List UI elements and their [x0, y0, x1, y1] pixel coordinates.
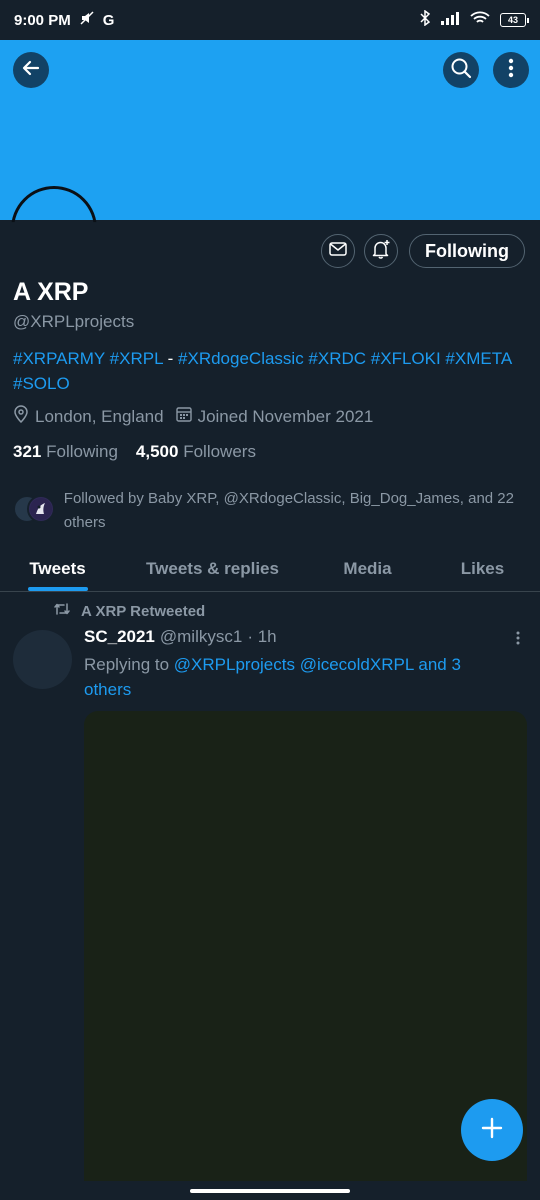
tab-tweets[interactable]: Tweets [0, 546, 115, 591]
calendar-icon [175, 406, 192, 427]
follower-avatars [13, 495, 60, 525]
tweet-author-name[interactable]: SC_2021 [84, 627, 155, 647]
wifi-icon [470, 11, 490, 29]
plus-icon [481, 1117, 503, 1144]
profile-name: A XRP [13, 278, 89, 306]
followers-count-link[interactable]: 4,500 Followers [136, 442, 256, 462]
profile-joined: Joined November 2021 [197, 406, 374, 426]
envelope-icon [329, 241, 347, 261]
tweet-header: SC_2021 @milkysc1 · 1h [84, 627, 277, 647]
tweet-author-handle[interactable]: @milkysc1 [160, 627, 242, 647]
more-vertical-icon [516, 631, 520, 650]
message-button[interactable] [321, 234, 355, 268]
status-time: 9:00 PM [14, 11, 71, 29]
home-indicator[interactable] [190, 1189, 350, 1193]
followed-by-row[interactable]: Followed by Baby XRP, @XRdogeClassic, Bi… [13, 487, 528, 535]
status-bar: 9:00 PM G 43 [0, 0, 540, 40]
profile-handle: @XRPLprojects [13, 312, 135, 331]
arrow-left-icon [21, 58, 41, 83]
following-label: Following [46, 442, 118, 461]
profile-bio: #XRPARMY #XRPL - #XRdogeClassic #XRDC #X… [13, 346, 513, 396]
battery-icon: 43 [500, 13, 529, 27]
search-icon [450, 57, 472, 84]
followers-count: 4,500 [135, 442, 179, 461]
profile-location: London, England [35, 406, 164, 426]
mute-icon [79, 10, 95, 30]
following-count: 321 [13, 442, 42, 461]
bluetooth-icon [420, 9, 431, 30]
followers-label: Followers [183, 442, 256, 461]
followed-by-text: Followed by Baby XRP, @XRdogeClassic, Bi… [63, 490, 514, 531]
signal-icon [440, 11, 460, 29]
search-button[interactable] [443, 52, 479, 88]
location-pin-icon [13, 405, 29, 428]
bio-hashtags-1[interactable]: #XRPARMY #XRPL [13, 349, 163, 368]
tab-likes[interactable]: Likes [425, 546, 540, 591]
profile-avatar[interactable] [11, 186, 97, 223]
replying-to-prefix: Replying to [84, 655, 174, 674]
retweet-indicator: A XRP Retweeted [53, 601, 205, 621]
retweet-icon [53, 601, 71, 621]
more-options-button[interactable] [493, 52, 529, 88]
retweet-label[interactable]: A XRP Retweeted [81, 603, 205, 620]
replying-to: Replying to @XRPLprojects @icecoldXRPL a… [84, 652, 504, 702]
tweet-author-avatar[interactable] [13, 630, 72, 689]
compose-tweet-button[interactable] [461, 1099, 523, 1161]
notifications-button[interactable] [364, 234, 398, 268]
avatar [27, 495, 55, 523]
profile-tabs: Tweets Tweets & replies Media Likes [0, 546, 540, 592]
following-count-link[interactable]: 321 Following [13, 442, 118, 462]
profile-stats: 321 Following 4,500 Followers [13, 442, 256, 462]
tweet-media[interactable] [84, 711, 527, 1181]
google-icon: G [102, 11, 115, 29]
bio-separator: - [162, 349, 179, 368]
bell-plus-icon [370, 238, 392, 265]
tab-tweets-replies[interactable]: Tweets & replies [115, 546, 310, 591]
following-button[interactable]: Following [409, 234, 525, 268]
tweet-more-button[interactable] [508, 630, 528, 650]
more-vertical-icon [508, 58, 514, 83]
back-button[interactable] [13, 52, 49, 88]
tab-media[interactable]: Media [310, 546, 425, 591]
tweet-time: · 1h [247, 627, 277, 646]
profile-meta: London, England Joined November 2021 [13, 405, 385, 428]
